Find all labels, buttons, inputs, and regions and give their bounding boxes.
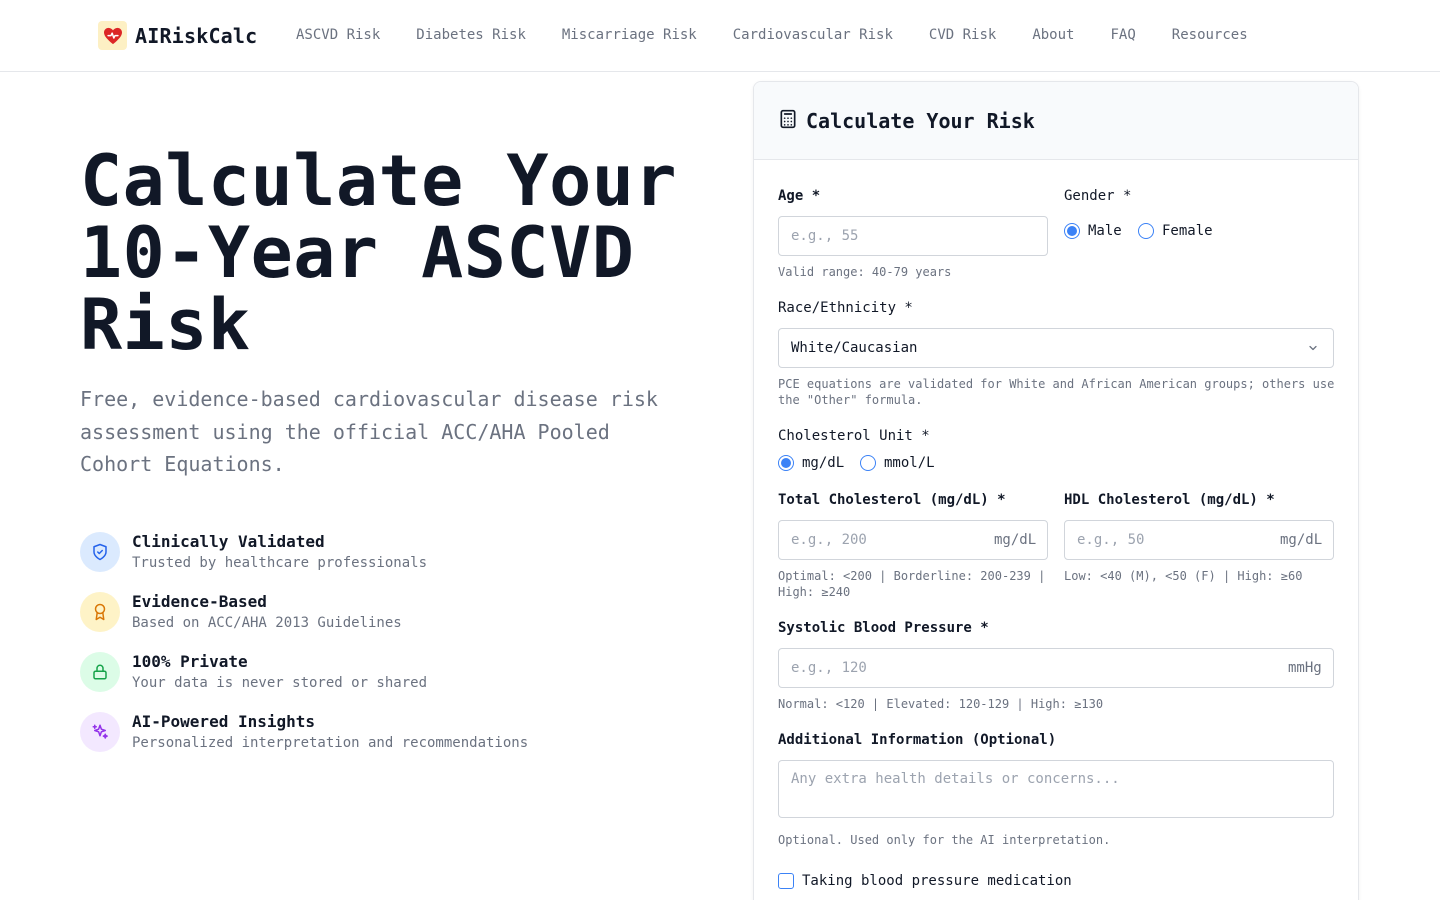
chol-unit-option-label: mmol/L bbox=[884, 455, 935, 471]
radio-unselected[interactable] bbox=[860, 455, 876, 471]
hdl-chol-unit: mg/dL bbox=[1280, 532, 1323, 548]
gender-radio-female[interactable]: Female bbox=[1138, 223, 1213, 239]
gender-option-label: Male bbox=[1088, 223, 1122, 239]
nav-link-faq[interactable]: FAQ bbox=[1110, 27, 1135, 43]
feature-item: 100% Private Your data is never stored o… bbox=[80, 652, 528, 712]
feature-desc: Your data is never stored or shared bbox=[132, 675, 428, 691]
risk-calculator-card: Calculate Your Risk Age * Valid range: 4… bbox=[753, 81, 1359, 900]
sbp-label: Systolic Blood Pressure * bbox=[778, 620, 989, 636]
feature-title: Evidence-Based bbox=[132, 592, 267, 611]
card-title: Calculate Your Risk bbox=[806, 108, 1035, 133]
nav-link-miscarriage-risk[interactable]: Miscarriage Risk bbox=[562, 27, 697, 43]
chol-unit-radio-mmol[interactable]: mmol/L bbox=[860, 455, 935, 471]
feature-title: AI-Powered Insights bbox=[132, 712, 316, 731]
award-icon bbox=[80, 592, 120, 632]
hero-title: Calculate Your 10-Year ASCVD Risk bbox=[80, 140, 678, 366]
additional-info-textarea[interactable]: Any extra health details or concerns... bbox=[778, 760, 1334, 818]
nav-link-resources[interactable]: Resources bbox=[1172, 27, 1248, 43]
radio-selected[interactable] bbox=[778, 455, 794, 471]
chol-unit-label: Cholesterol Unit * bbox=[778, 428, 930, 444]
sbp-input[interactable] bbox=[778, 648, 1334, 688]
brand-name: AIRiskCalc bbox=[135, 23, 258, 48]
feature-desc: Trusted by healthcare professionals bbox=[132, 555, 428, 571]
nav-link-diabetes-risk[interactable]: Diabetes Risk bbox=[416, 27, 526, 43]
sparkles-icon bbox=[80, 712, 120, 752]
sbp-hint: Normal: <120 | Elevated: 120-129 | High:… bbox=[778, 697, 1104, 711]
gender-option-label: Female bbox=[1162, 223, 1213, 239]
additional-info-label: Additional Information (Optional) bbox=[778, 732, 1057, 748]
radio-selected[interactable] bbox=[1064, 223, 1080, 239]
total-chol-unit: mg/dL bbox=[994, 532, 1037, 548]
sbp-unit: mmHg bbox=[1288, 660, 1322, 676]
calculator-icon bbox=[778, 109, 798, 133]
lock-icon bbox=[80, 652, 120, 692]
brand[interactable]: AIRiskCalc bbox=[98, 21, 257, 50]
chevron-down-icon bbox=[1307, 342, 1319, 358]
feature-title: 100% Private bbox=[132, 652, 248, 671]
top-navbar: AIRiskCalc ASCVD Risk Diabetes Risk Misc… bbox=[0, 0, 1440, 72]
hdl-chol-label: HDL Cholesterol (mg/dL) * bbox=[1064, 492, 1275, 508]
nav-link-cardiovascular-risk[interactable]: Cardiovascular Risk bbox=[733, 27, 893, 43]
bp-medication-checkbox[interactable]: Taking blood pressure medication bbox=[778, 873, 1072, 889]
feature-desc: Personalized interpretation and recommen… bbox=[132, 735, 529, 751]
additional-info-hint: Optional. Used only for the AI interpret… bbox=[778, 833, 1111, 847]
age-input[interactable] bbox=[778, 216, 1048, 256]
checkbox-box[interactable] bbox=[778, 873, 794, 889]
radio-unselected[interactable] bbox=[1138, 223, 1154, 239]
bp-medication-label: Taking blood pressure medication bbox=[802, 873, 1072, 889]
feature-item: Evidence-Based Based on ACC/AHA 2013 Gui… bbox=[80, 592, 528, 652]
hdl-chol-hint: Low: <40 (M), <50 (F) | High: ≥60 bbox=[1064, 569, 1303, 583]
age-label: Age * bbox=[778, 188, 821, 204]
race-select-value: White/Caucasian bbox=[791, 340, 918, 356]
gender-radio-male[interactable]: Male bbox=[1064, 223, 1122, 239]
gender-label: Gender * bbox=[1064, 188, 1132, 204]
main-nav: ASCVD Risk Diabetes Risk Miscarriage Ris… bbox=[296, 27, 1284, 43]
chol-unit-option-label: mg/dL bbox=[802, 455, 845, 471]
feature-title: Clinically Validated bbox=[132, 532, 325, 551]
total-chol-label: Total Cholesterol (mg/dL) * bbox=[778, 492, 1006, 508]
nav-link-about[interactable]: About bbox=[1032, 27, 1074, 43]
shield-check-icon bbox=[80, 532, 120, 572]
chol-unit-radio-mgdl[interactable]: mg/dL bbox=[778, 455, 844, 471]
heart-icon bbox=[98, 21, 127, 50]
feature-item: AI-Powered Insights Personalized interpr… bbox=[80, 712, 528, 772]
hero-subtitle: Free, evidence-based cardiovascular dise… bbox=[80, 387, 658, 476]
total-chol-hint: Optimal: <200 | Borderline: 200-239 | Hi… bbox=[778, 569, 1046, 599]
feature-item: Clinically Validated Trusted by healthca… bbox=[80, 532, 528, 592]
age-hint: Valid range: 40-79 years bbox=[778, 265, 952, 279]
feature-desc: Based on ACC/AHA 2013 Guidelines bbox=[132, 615, 402, 631]
race-label: Race/Ethnicity * bbox=[778, 300, 913, 316]
race-hint: PCE equations are validated for White an… bbox=[778, 377, 1335, 407]
card-header: Calculate Your Risk bbox=[754, 82, 1358, 160]
nav-link-cvd-risk[interactable]: CVD Risk bbox=[929, 27, 996, 43]
feature-list: Clinically Validated Trusted by healthca… bbox=[80, 532, 528, 772]
nav-link-ascvd-risk[interactable]: ASCVD Risk bbox=[296, 27, 380, 43]
race-select[interactable]: White/Caucasian bbox=[778, 328, 1334, 368]
